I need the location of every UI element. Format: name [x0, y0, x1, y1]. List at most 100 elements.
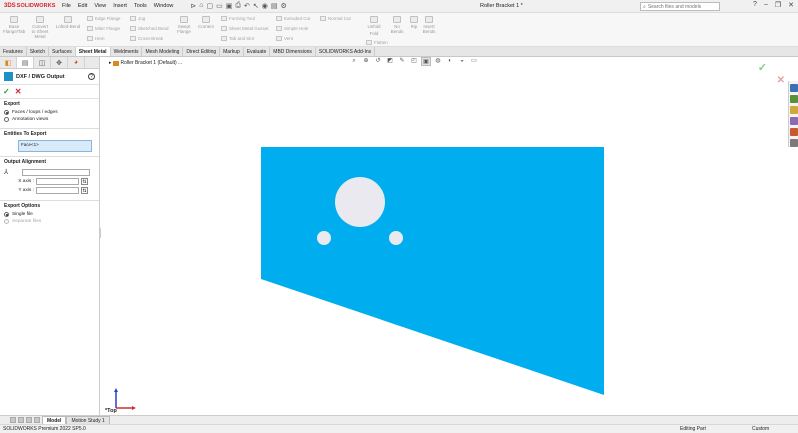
- menu-window[interactable]: Window: [154, 3, 174, 9]
- unfold-button[interactable]: Unfold: [366, 16, 382, 29]
- sketched-bend-button[interactable]: Sketched Bend: [130, 26, 169, 31]
- feature-tree-flyout[interactable]: ▸ Roller Bracket 1 (Default) ...: [109, 60, 182, 66]
- display-manager-tab[interactable]: ◕: [68, 57, 85, 68]
- fold-button[interactable]: Fold: [366, 31, 382, 36]
- ok-button[interactable]: ✓: [3, 87, 10, 96]
- file-explorer-icon[interactable]: [790, 106, 798, 114]
- annotation-views-radio[interactable]: Annotation views: [4, 117, 95, 122]
- tab-evaluate[interactable]: Evaluate: [244, 47, 271, 56]
- hem-button[interactable]: Hem: [87, 36, 105, 41]
- help-icon[interactable]: ?: [88, 73, 95, 80]
- menu-tools[interactable]: Tools: [134, 3, 147, 9]
- apply-scene-icon[interactable]: ◒: [457, 57, 467, 66]
- forming-tool-button[interactable]: Forming Tool: [221, 16, 255, 21]
- pin-icon[interactable]: ⊳: [190, 2, 196, 10]
- dimxpert-tab[interactable]: ✥: [51, 57, 68, 68]
- sheet-metal-face[interactable]: [261, 147, 606, 395]
- menu-view[interactable]: View: [94, 3, 106, 9]
- appearances-icon[interactable]: [790, 128, 798, 136]
- view-orientation-icon[interactable]: ◰: [409, 57, 419, 66]
- tab-and-slot-button[interactable]: Tab and Slot: [221, 36, 254, 41]
- x-axis-field[interactable]: [36, 178, 79, 185]
- simple-hole-button[interactable]: Simple Hole: [276, 26, 308, 31]
- tab-sketch[interactable]: Sketch: [27, 47, 50, 56]
- solidworks-resources-icon[interactable]: [790, 84, 798, 92]
- options-gear-icon[interactable]: ⚙: [280, 2, 286, 10]
- tab-solidworks-add-ins[interactable]: SOLIDWORKS Add-Ins: [316, 47, 376, 56]
- file-properties-icon[interactable]: ▤: [271, 2, 278, 10]
- jog-button[interactable]: Jog: [130, 16, 145, 21]
- view-settings-icon[interactable]: ▭: [469, 57, 479, 66]
- extruded-cut-button[interactable]: Extruded Cut: [276, 16, 310, 21]
- hide-show-icon[interactable]: ◍: [433, 57, 443, 66]
- entities-selection-box[interactable]: Face<1>: [18, 140, 92, 152]
- graphics-area[interactable]: ▸ Roller Bracket 1 (Default) ... ⌕ ⊕ ↺ ◩…: [101, 57, 798, 415]
- scroll-next-icon[interactable]: [26, 417, 32, 423]
- cross-break-button[interactable]: Cross-Break: [130, 36, 163, 41]
- miter-flange-button[interactable]: Miter Flange: [87, 26, 120, 31]
- single-file-radio[interactable]: Single file: [4, 212, 95, 217]
- configuration-manager-tab[interactable]: ◫: [34, 57, 51, 68]
- confirm-ok-icon[interactable]: ✓: [758, 61, 767, 74]
- feature-manager-tab[interactable]: ◧: [0, 57, 17, 68]
- tab-mesh-modeling[interactable]: Mesh Modeling: [142, 47, 184, 56]
- confirm-cancel-icon[interactable]: ✕: [777, 75, 785, 86]
- rip-button[interactable]: Rip: [408, 16, 420, 29]
- scroll-prev-icon[interactable]: [18, 417, 24, 423]
- lofted-bend-button[interactable]: Lofted-Bend: [53, 16, 83, 29]
- help-icon[interactable]: ?: [753, 1, 757, 9]
- search-box[interactable]: ⌕: [640, 2, 720, 11]
- swept-flange-button[interactable]: Swept Flange: [173, 16, 195, 34]
- dynamic-annotation-icon[interactable]: ✎: [397, 57, 407, 66]
- no-bends-button[interactable]: No Bends: [389, 16, 405, 34]
- undo-icon[interactable]: ↶: [244, 2, 250, 10]
- selected-face[interactable]: [261, 147, 604, 395]
- search-input[interactable]: [647, 3, 713, 10]
- convert-to-sheet-metal-button[interactable]: Convert to Sheet Metal: [27, 16, 53, 39]
- x-axis-reverse-button[interactable]: ⇅: [81, 178, 88, 185]
- home-icon[interactable]: ⌂: [199, 2, 203, 10]
- scroll-first-icon[interactable]: [10, 417, 16, 423]
- property-manager-tab[interactable]: ▤: [17, 57, 34, 68]
- tab-sheet-metal[interactable]: Sheet Metal: [75, 47, 111, 56]
- menu-insert[interactable]: Insert: [113, 3, 127, 9]
- sheet-metal-gusset-button[interactable]: Sheet Metal Gusset: [221, 26, 269, 31]
- restore-icon[interactable]: ❐: [775, 1, 781, 9]
- unit-system[interactable]: Custom: [752, 425, 769, 433]
- base-flange-button[interactable]: Base Flange/Tab: [3, 16, 25, 34]
- edit-appearance-icon[interactable]: ◐: [445, 57, 455, 66]
- selected-entity[interactable]: Face<1>: [21, 142, 39, 147]
- custom-properties-icon[interactable]: [790, 139, 798, 147]
- close-icon[interactable]: ✕: [788, 1, 794, 9]
- zoom-to-fit-icon[interactable]: ⌕: [349, 57, 359, 66]
- normal-cut-button[interactable]: Normal Cut: [320, 16, 351, 21]
- zoom-area-icon[interactable]: ⊕: [361, 57, 371, 66]
- select-arrow-icon[interactable]: ↖: [253, 2, 259, 10]
- menu-edit[interactable]: Edit: [78, 3, 87, 9]
- previous-view-icon[interactable]: ↺: [373, 57, 383, 66]
- tab-surfaces[interactable]: Surfaces: [49, 47, 76, 56]
- design-library-icon[interactable]: [790, 95, 798, 103]
- y-axis-field[interactable]: [36, 187, 79, 194]
- section-view-icon[interactable]: ◩: [385, 57, 395, 66]
- display-style-icon[interactable]: ▣: [421, 57, 431, 66]
- vent-button[interactable]: Vent: [276, 36, 293, 41]
- tab-weldments[interactable]: Weldments: [111, 47, 143, 56]
- tab-markup[interactable]: Markup: [220, 47, 244, 56]
- corners-button[interactable]: Corners: [196, 16, 216, 29]
- cancel-button[interactable]: ✕: [15, 87, 22, 96]
- faces-loops-edges-radio[interactable]: Faces / loops / edges: [4, 110, 95, 115]
- view-palette-icon[interactable]: [790, 117, 798, 125]
- tab-mbd-dimensions[interactable]: MBD Dimensions: [270, 47, 316, 56]
- scroll-last-icon[interactable]: [34, 417, 40, 423]
- tab-features[interactable]: Features: [0, 47, 27, 56]
- insert-bends-button[interactable]: Insert Bends: [421, 16, 437, 34]
- save-icon[interactable]: ▣: [226, 2, 233, 10]
- minimize-icon[interactable]: –: [764, 1, 768, 9]
- new-document-icon[interactable]: ▢: [206, 2, 213, 10]
- rebuild-icon[interactable]: ◉: [262, 2, 268, 10]
- y-axis-reverse-button[interactable]: ⇅: [81, 187, 88, 194]
- edge-flange-button[interactable]: Edge Flange: [87, 16, 121, 21]
- open-folder-icon[interactable]: ▭: [216, 2, 223, 10]
- origin-field[interactable]: [22, 168, 90, 176]
